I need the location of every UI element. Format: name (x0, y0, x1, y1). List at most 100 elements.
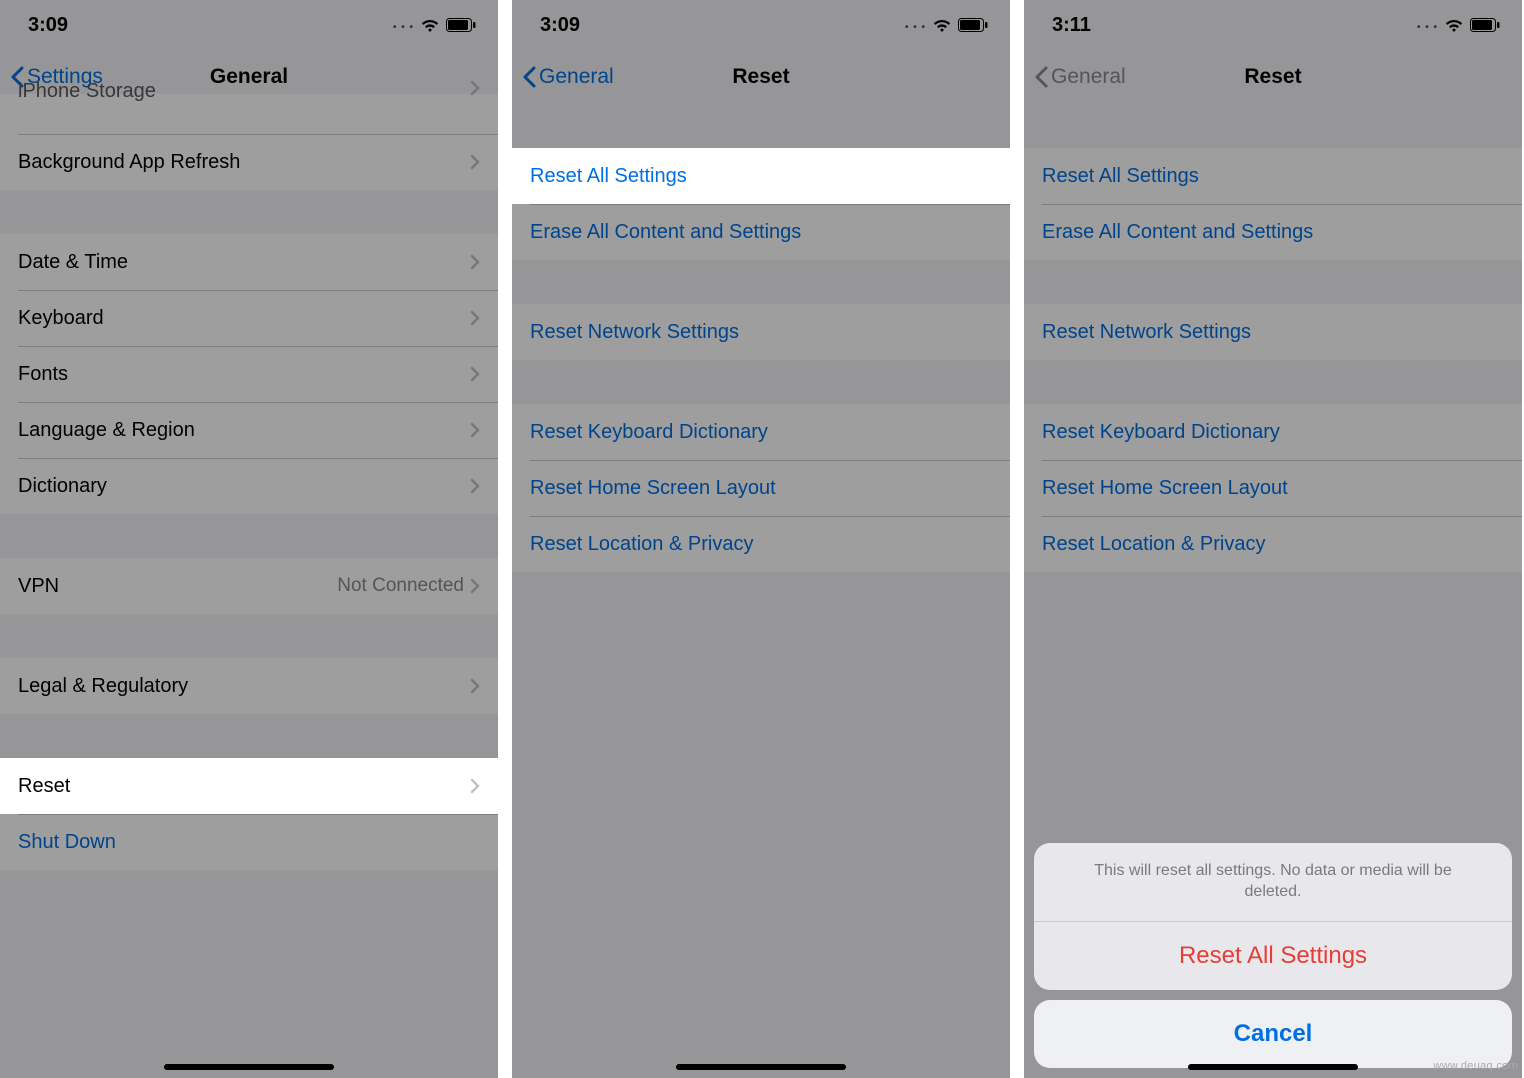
battery-icon (446, 18, 476, 32)
home-indicator[interactable] (164, 1064, 334, 1070)
battery-icon (1470, 18, 1500, 32)
general-list: iPhone Storage Background App Refresh Da… (0, 94, 498, 870)
wifi-icon (420, 18, 440, 33)
row-label: Legal & Regulatory (18, 675, 188, 698)
row-label: Erase All Content and Settings (1042, 221, 1313, 244)
row-fonts[interactable]: Fonts (0, 346, 498, 402)
chevron-right-icon (470, 578, 480, 594)
row-reset-keyboard[interactable]: Reset Keyboard Dictionary (512, 404, 1010, 460)
chevron-right-icon (470, 254, 480, 270)
recording-indicator-icon: • • • (905, 22, 926, 33)
row-reset[interactable]: Reset (0, 758, 498, 814)
recording-indicator-icon: • • • (393, 22, 414, 33)
back-button: General (1034, 65, 1126, 89)
watermark: www.deuaq.com (1433, 1060, 1518, 1072)
row-reset-keyboard: Reset Keyboard Dictionary (1024, 404, 1522, 460)
status-time: 3:09 (28, 14, 68, 37)
row-vpn[interactable]: VPN Not Connected (0, 558, 498, 614)
chevron-right-icon (470, 478, 480, 494)
row-label: Reset Network Settings (1042, 321, 1251, 344)
row-label: Reset All Settings (1042, 165, 1199, 188)
status-right: • • • (393, 17, 476, 33)
row-legal[interactable]: Legal & Regulatory (0, 658, 498, 714)
confirm-reset-button[interactable]: Reset All Settings (1034, 922, 1512, 990)
row-label: Reset Keyboard Dictionary (1042, 421, 1280, 444)
chevron-left-icon (522, 66, 536, 88)
back-button[interactable]: General (522, 65, 614, 89)
status-bar: 3:09 • • • (0, 0, 498, 50)
action-sheet-message: This will reset all settings. No data or… (1034, 843, 1512, 922)
row-shut-down[interactable]: Shut Down (0, 814, 498, 870)
section-gap (512, 104, 1010, 148)
row-label: Reset Home Screen Layout (530, 477, 776, 500)
chevron-right-icon (470, 422, 480, 438)
section-gap (1024, 104, 1522, 148)
row-erase-all-content[interactable]: Erase All Content and Settings (512, 204, 1010, 260)
row-label: Language & Region (18, 419, 195, 442)
status-right: • • • (905, 17, 988, 33)
row-label: Reset All Settings (530, 165, 687, 188)
row-dictionary[interactable]: Dictionary (0, 458, 498, 514)
chevron-right-icon (470, 80, 480, 96)
section-gap (0, 514, 498, 558)
chevron-left-icon (1034, 66, 1048, 88)
status-right: • • • (1417, 17, 1500, 33)
row-label: Fonts (18, 363, 68, 386)
recording-indicator-icon: • • • (1417, 22, 1438, 33)
row-label: Shut Down (18, 831, 116, 854)
row-background-app-refresh[interactable]: Background App Refresh (0, 134, 498, 190)
row-reset-home: Reset Home Screen Layout (1024, 460, 1522, 516)
section-gap (0, 614, 498, 658)
chevron-right-icon (470, 154, 480, 170)
row-label: Date & Time (18, 251, 128, 274)
row-label: Reset Network Settings (530, 321, 739, 344)
cancel-button[interactable]: Cancel (1034, 1000, 1512, 1068)
section-gap (0, 190, 498, 234)
wifi-icon (1444, 18, 1464, 33)
row-erase-all-content: Erase All Content and Settings (1024, 204, 1522, 260)
row-label: Reset Home Screen Layout (1042, 477, 1288, 500)
chevron-right-icon (470, 310, 480, 326)
row-label: Keyboard (18, 307, 104, 330)
row-reset-all-settings: Reset All Settings (1024, 148, 1522, 204)
wifi-icon (932, 18, 952, 33)
row-label: VPN (18, 575, 59, 598)
home-indicator[interactable] (1188, 1064, 1358, 1070)
row-language-region[interactable]: Language & Region (0, 402, 498, 458)
chevron-right-icon (470, 678, 480, 694)
reset-list-bg: Reset All Settings Erase All Content and… (1024, 104, 1522, 572)
action-sheet-group: This will reset all settings. No data or… (1034, 843, 1512, 990)
row-iphone-storage[interactable]: iPhone Storage (0, 94, 498, 134)
home-indicator[interactable] (676, 1064, 846, 1070)
reset-list: Reset All Settings Erase All Content and… (512, 104, 1010, 572)
row-label: Reset Keyboard Dictionary (530, 421, 768, 444)
row-reset-location[interactable]: Reset Location & Privacy (512, 516, 1010, 572)
row-label: Reset Location & Privacy (530, 533, 753, 556)
section-gap (1024, 360, 1522, 404)
back-label: General (539, 65, 614, 89)
action-sheet: This will reset all settings. No data or… (1034, 843, 1512, 1068)
row-label: Reset Location & Privacy (1042, 533, 1265, 556)
screen-reset: 3:09 • • • General Reset Reset All Setti… (512, 0, 1010, 1078)
battery-icon (958, 18, 988, 32)
row-reset-home[interactable]: Reset Home Screen Layout (512, 460, 1010, 516)
row-keyboard[interactable]: Keyboard (0, 290, 498, 346)
section-gap (1024, 260, 1522, 304)
row-reset-all-settings[interactable]: Reset All Settings (512, 148, 1010, 204)
row-detail: Not Connected (337, 575, 464, 597)
section-gap (0, 714, 498, 758)
row-label: Erase All Content and Settings (530, 221, 801, 244)
chevron-right-icon (470, 366, 480, 382)
row-reset-network[interactable]: Reset Network Settings (512, 304, 1010, 360)
row-reset-network: Reset Network Settings (1024, 304, 1522, 360)
section-gap (512, 360, 1010, 404)
screen-reset-confirm: 3:11 • • • General Reset Reset All Setti… (1024, 0, 1522, 1078)
status-time: 3:11 (1052, 14, 1091, 37)
row-label: Reset (18, 775, 70, 798)
row-reset-location: Reset Location & Privacy (1024, 516, 1522, 572)
status-bar: 3:11 • • • (1024, 0, 1522, 50)
chevron-right-icon (470, 778, 480, 794)
nav-bar: General Reset (1024, 50, 1522, 104)
status-time: 3:09 (540, 14, 580, 37)
row-date-time[interactable]: Date & Time (0, 234, 498, 290)
